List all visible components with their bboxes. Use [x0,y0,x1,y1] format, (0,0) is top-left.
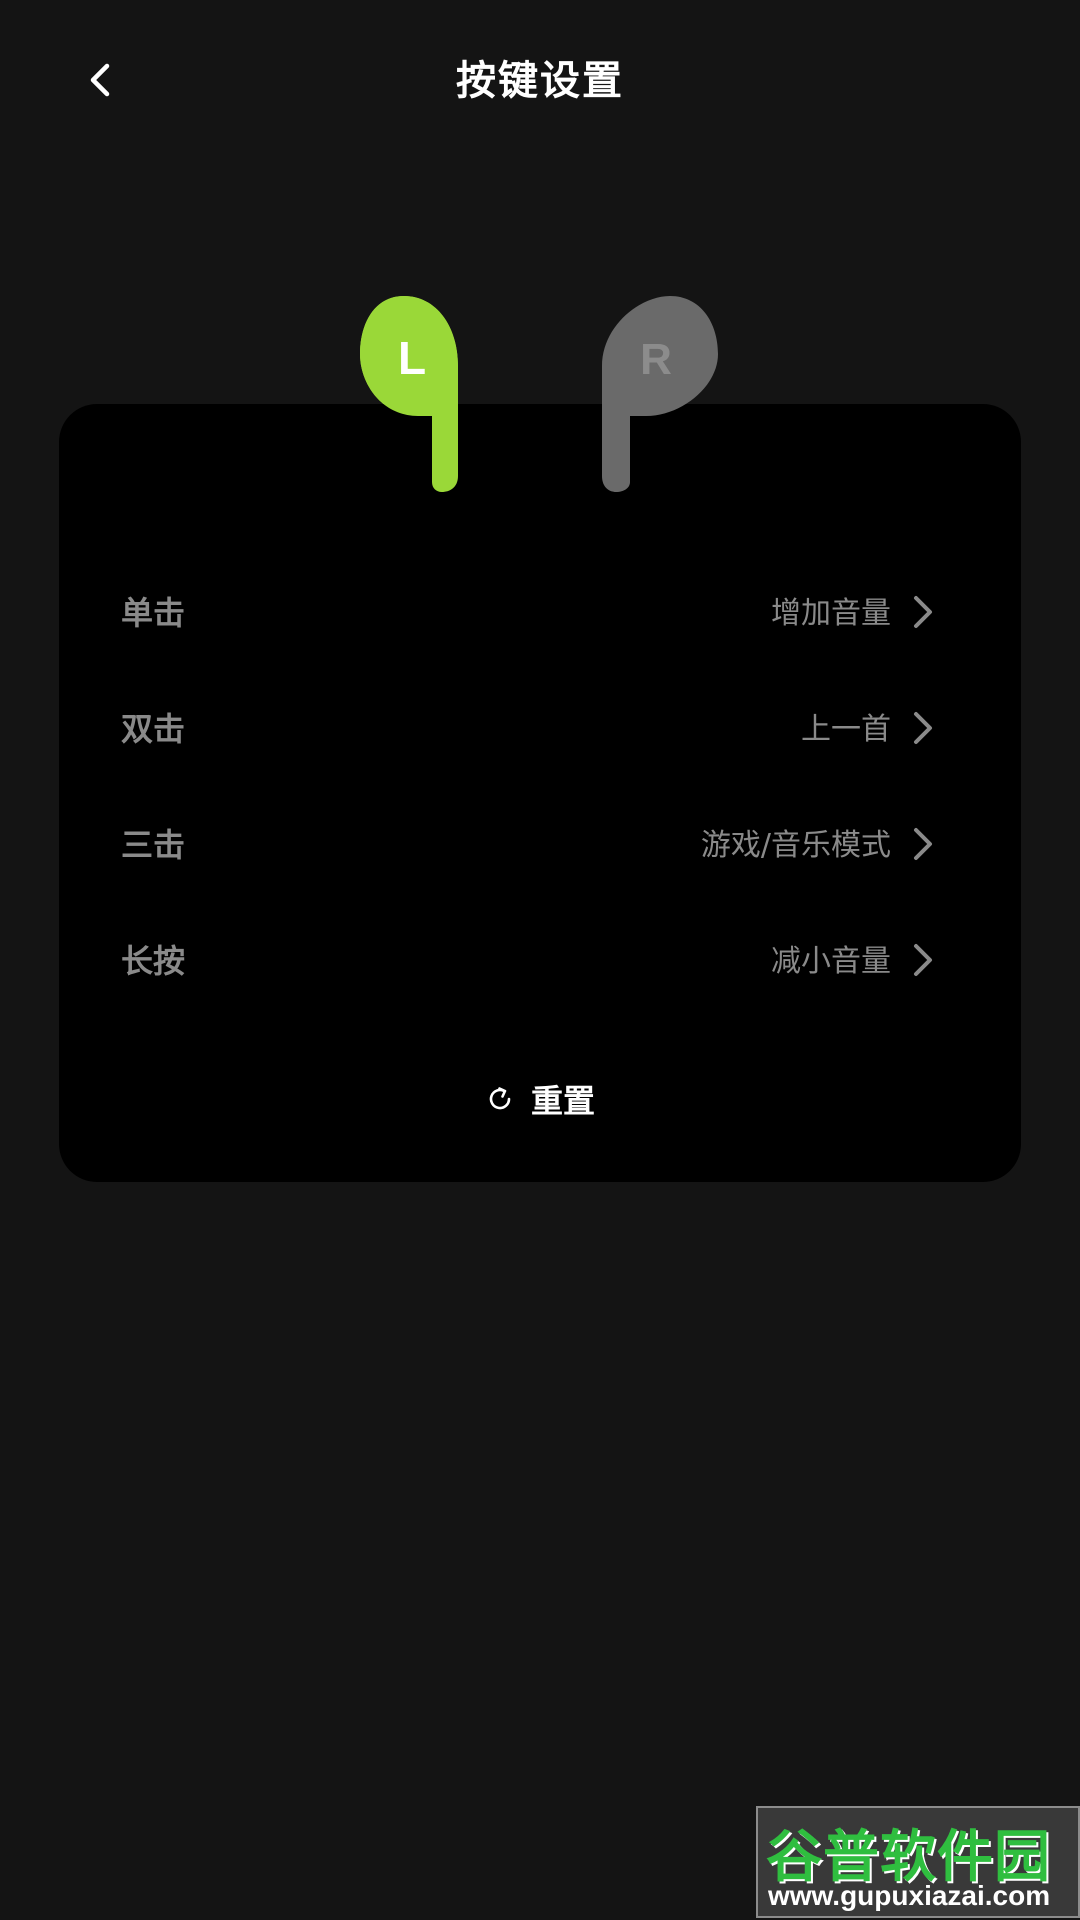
settings-row-long-press[interactable]: 长按 减小音量 [59,908,1021,1008]
page-title: 按键设置 [456,58,624,104]
earbud-right-letter: R [640,335,672,384]
settings-row-single-tap[interactable]: 单击 增加音量 [59,560,1021,660]
earbud-left-letter: L [398,332,426,384]
row-value: 游戏/音乐模式 [700,828,891,863]
row-label: 长按 [121,942,186,980]
row-label: 三击 [121,826,186,864]
settings-row-double-tap[interactable]: 双击 上一首 [59,676,1021,776]
chevron-right-icon [914,828,932,860]
reset-button[interactable]: 重置 [59,1064,1021,1134]
settings-row-triple-tap[interactable]: 三击 游戏/音乐模式 [59,792,1021,892]
key-settings-card: 单击 增加音量 双击 上一首 三击 游戏/音乐模式 长按 减小音量 重置 [59,404,1021,1182]
row-value: 增加音量 [771,596,891,631]
watermark: 谷普软件园 www.gupuxiazai.com [756,1806,1080,1918]
row-label: 双击 [121,710,186,748]
row-value: 减小音量 [771,944,891,979]
chevron-right-icon [914,596,932,628]
earbud-right-icon: R [602,296,718,492]
row-value: 上一首 [801,712,891,747]
chevron-right-icon [914,944,932,976]
header: 按键设置 [0,0,1080,160]
refresh-icon [489,1087,511,1110]
right-earbud[interactable]: R [600,296,720,506]
row-label: 单击 [121,594,186,632]
reset-label: 重置 [530,1082,595,1120]
chevron-right-icon [914,712,932,744]
watermark-url: www.gupuxiazai.com [768,1880,1051,1911]
